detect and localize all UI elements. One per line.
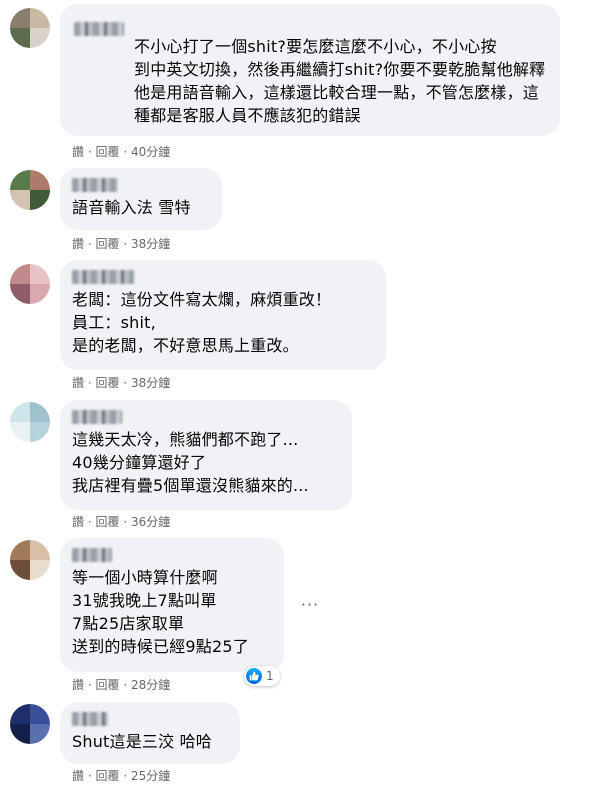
comment-text: 這幾天太冷，熊貓們都不跑了... 40幾分鐘算還好了 我店裡有疊5個單還沒熊貓來… [72, 430, 309, 495]
like-link[interactable]: 讚 [72, 678, 84, 692]
avatar[interactable] [10, 540, 50, 580]
author-name-blurred[interactable] [72, 410, 122, 424]
avatar[interactable] [10, 170, 50, 210]
avatar-pixel [10, 540, 30, 560]
comment-bubble: 老闆：這份文件寫太爛，麻煩重改！ 員工：shit, 是的老闆，不好意思馬上重改。 [60, 260, 386, 370]
author-name-blurred[interactable] [72, 548, 112, 562]
separator: · [123, 515, 128, 529]
reply-link[interactable]: 回覆 [96, 376, 120, 390]
comment-timestamp[interactable]: 28分鐘 [131, 678, 170, 692]
author-name-blurred[interactable] [72, 270, 134, 284]
avatar-pixel [10, 264, 30, 284]
like-link[interactable]: 讚 [72, 145, 84, 159]
comment-bubble: 這幾天太冷，熊貓們都不跑了... 40幾分鐘算還好了 我店裡有疊5個單還沒熊貓來… [60, 400, 352, 510]
comment-bubble: 不小心打了一個shit?要怎麼這麼不小心，不小心按 到中英文切換，然後再繼續打s… [60, 4, 560, 136]
like-link[interactable]: 讚 [72, 237, 84, 251]
avatar-pixel [30, 560, 50, 580]
reply-link[interactable]: 回覆 [96, 678, 120, 692]
reply-link[interactable]: 回覆 [96, 237, 120, 251]
avatar-pixel [30, 190, 50, 210]
comment-actions: 讚 · 回覆 · 40分鐘 [72, 144, 170, 160]
comment-actions: 讚 · 回覆 · 38分鐘 [72, 375, 170, 391]
avatar[interactable] [10, 402, 50, 442]
comment-timestamp[interactable]: 38分鐘 [131, 376, 170, 390]
comment-actions: 讚 · 回覆 · 25分鐘 [72, 768, 170, 784]
avatar-pixel [30, 724, 50, 744]
comment-actions: 讚 · 回覆 · 28分鐘 [72, 677, 170, 693]
avatar-pixel [10, 704, 30, 724]
avatar-pixel [10, 422, 30, 442]
separator: · [123, 376, 128, 390]
avatar-pixel [10, 28, 30, 48]
avatar-pixel [30, 704, 50, 724]
author-name-blurred[interactable] [72, 712, 108, 726]
like-reaction-icon [246, 668, 262, 684]
separator: · [87, 237, 92, 251]
comment-actions: 讚 · 回覆 · 36分鐘 [72, 514, 170, 530]
avatar-pixel [10, 170, 30, 190]
avatar-pixel [30, 284, 50, 304]
comment-bubble: Shut這是三洨 哈哈 [60, 702, 240, 764]
comment-timestamp[interactable]: 40分鐘 [131, 145, 170, 159]
separator: · [87, 515, 92, 529]
separator: · [87, 769, 92, 783]
more-options-icon[interactable]: ··· [298, 592, 322, 616]
reaction-summary[interactable]: 1 [244, 666, 280, 686]
avatar-pixel [30, 264, 50, 284]
comment-bubble: 語音輸入法 雪特 [60, 168, 222, 230]
separator: · [87, 376, 92, 390]
separator: · [123, 145, 128, 159]
avatar-pixel [30, 8, 50, 28]
comment-timestamp[interactable]: 25分鐘 [131, 769, 170, 783]
comment-text: 不小心打了一個shit?要怎麼這麼不小心，不小心按 到中英文切換，然後再繼續打s… [134, 37, 546, 125]
author-name-blurred[interactable] [72, 178, 118, 192]
separator: · [123, 769, 128, 783]
like-link[interactable]: 讚 [72, 515, 84, 529]
comment-text: 老闆：這份文件寫太爛，麻煩重改！ 員工：shit, 是的老闆，不好意思馬上重改。 [72, 290, 332, 355]
separator: · [87, 145, 92, 159]
avatar-pixel [10, 560, 30, 580]
comment-bubble: 等一個小時算什麼啊 31號我晚上7點叫單 7點25店家取單 送到的時候已經9點2… [60, 538, 284, 672]
reply-link[interactable]: 回覆 [96, 515, 120, 529]
reaction-count: 1 [266, 669, 274, 683]
comment-text: 等一個小時算什麼啊 31號我晚上7點叫單 7點25店家取單 送到的時候已經9點2… [72, 568, 249, 656]
separator: · [123, 678, 128, 692]
avatar-pixel [30, 422, 50, 442]
avatar-pixel [10, 284, 30, 304]
avatar-pixel [10, 8, 30, 28]
like-link[interactable]: 讚 [72, 769, 84, 783]
author-name-blurred[interactable] [74, 22, 124, 36]
avatar-pixel [30, 170, 50, 190]
avatar[interactable] [10, 8, 50, 48]
avatar-pixel [30, 402, 50, 422]
avatar[interactable] [10, 264, 50, 304]
comment-timestamp[interactable]: 36分鐘 [131, 515, 170, 529]
avatar-pixel [30, 540, 50, 560]
comment-timestamp[interactable]: 38分鐘 [131, 237, 170, 251]
separator: · [87, 678, 92, 692]
comment-actions: 讚 · 回覆 · 38分鐘 [72, 236, 170, 252]
comment-text: 語音輸入法 雪特 [72, 198, 191, 217]
avatar[interactable] [10, 704, 50, 744]
avatar-pixel [10, 402, 30, 422]
comment-text: Shut這是三洨 哈哈 [72, 732, 212, 751]
separator: · [123, 237, 128, 251]
avatar-pixel [10, 724, 30, 744]
avatar-pixel [30, 28, 50, 48]
like-link[interactable]: 讚 [72, 376, 84, 390]
avatar-pixel [10, 190, 30, 210]
reply-link[interactable]: 回覆 [96, 145, 120, 159]
reply-link[interactable]: 回覆 [96, 769, 120, 783]
